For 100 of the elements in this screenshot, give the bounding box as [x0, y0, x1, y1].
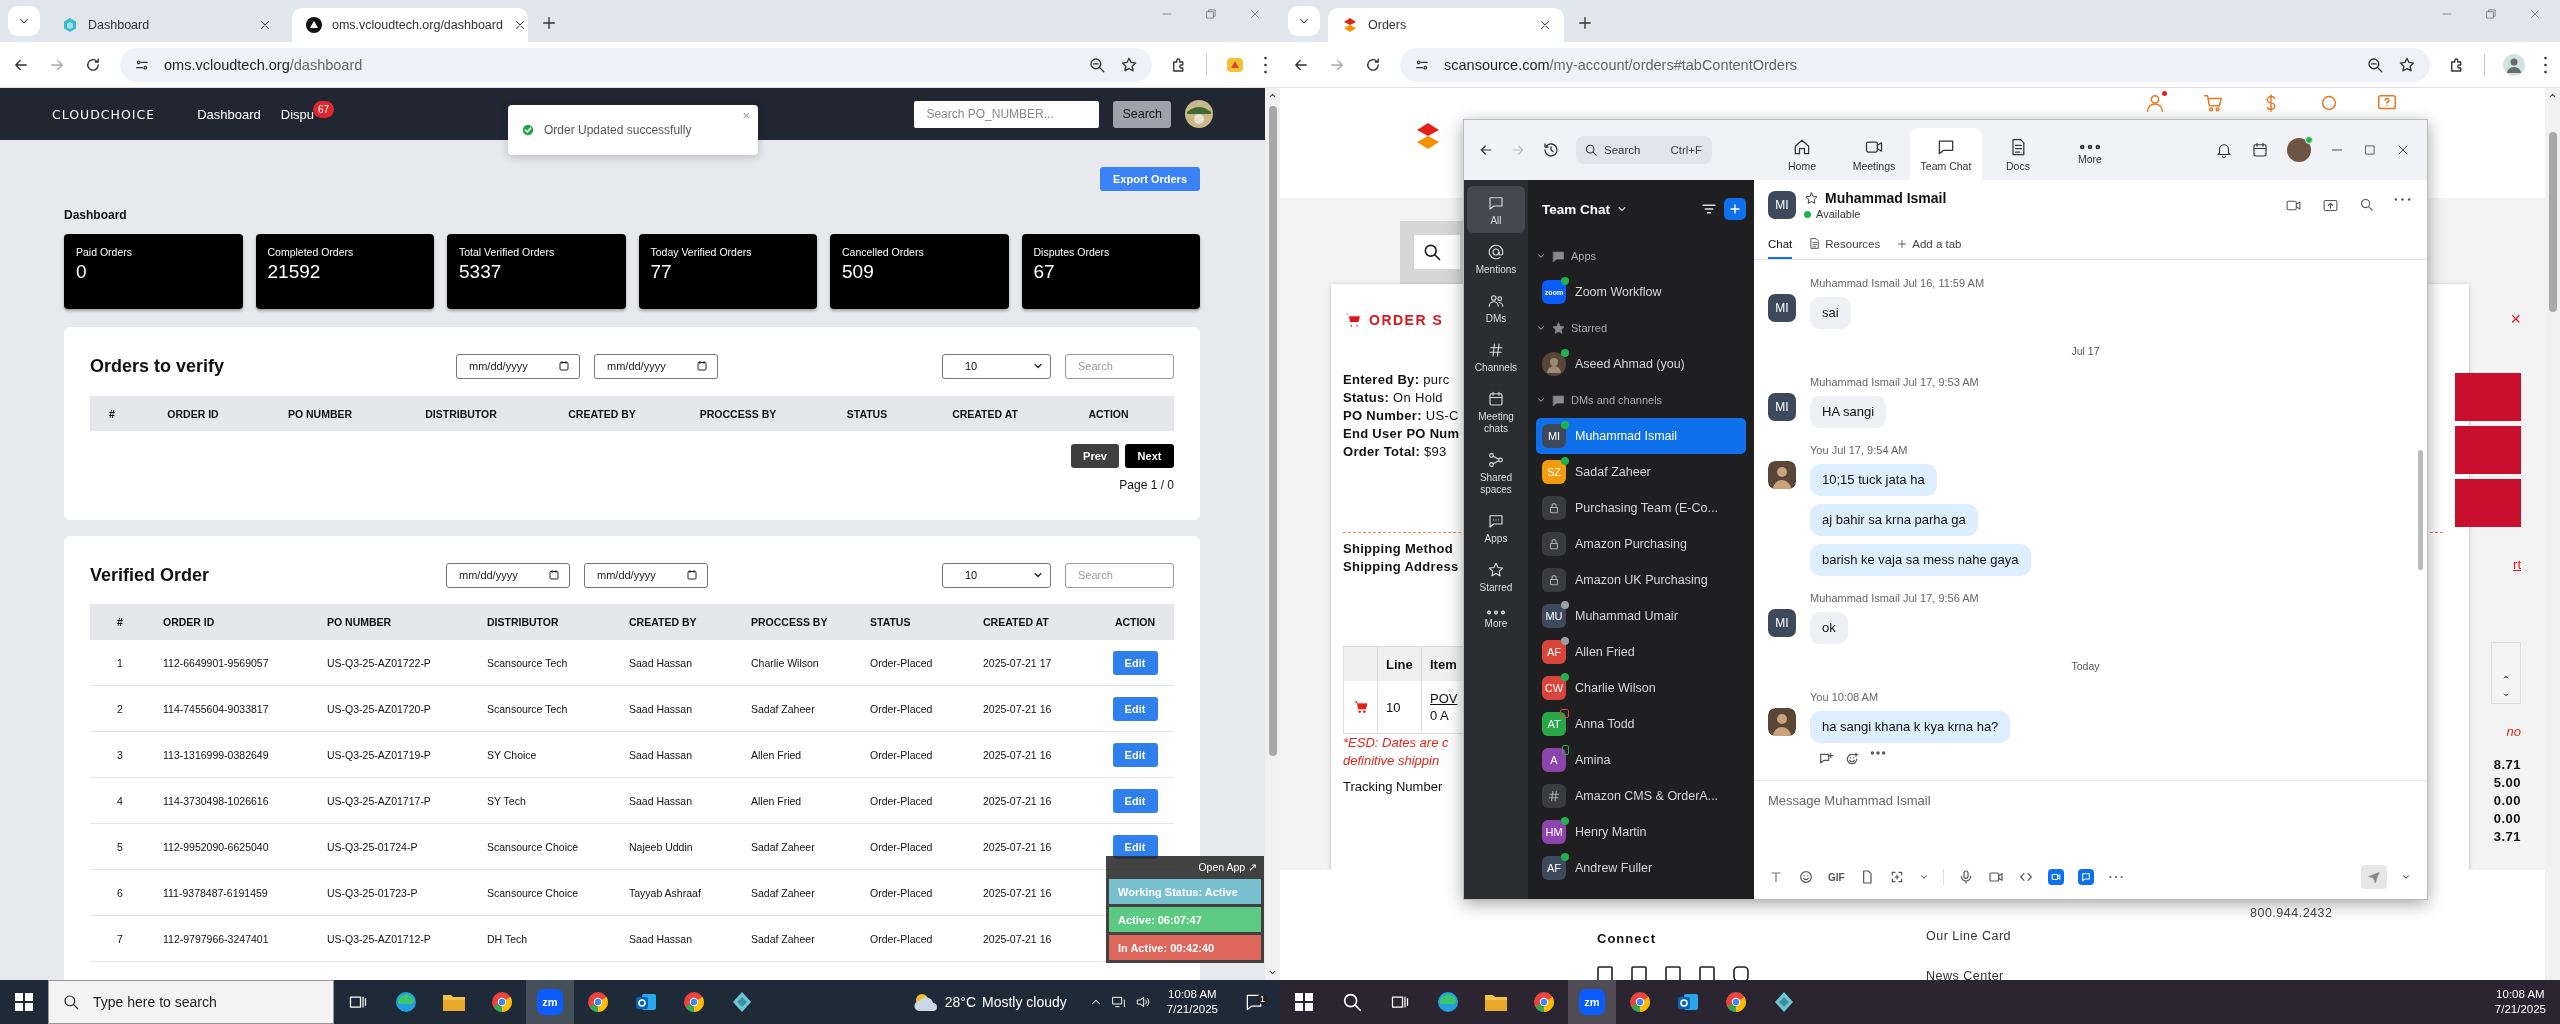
chat-list-item[interactable]: Aseed Ahmad (you) — [1536, 346, 1746, 382]
avatar-icon[interactable] — [2503, 53, 2525, 76]
edit-button[interactable]: Edit — [1112, 742, 1158, 767]
nav-link[interactable]: Dispu — [280, 106, 314, 122]
chat-list-item[interactable]: Amazon CMS & OrderA... — [1536, 778, 1746, 814]
chat-list-item[interactable]: SZ Sadaf Zaheer — [1536, 454, 1746, 490]
search-button[interactable]: Search — [1113, 100, 1171, 128]
browser-tab[interactable]: Orders — [1328, 8, 1564, 42]
star-icon[interactable] — [1120, 55, 1138, 74]
chat-list-item[interactable]: MU Muhammad Umair — [1536, 598, 1746, 634]
close-button[interactable]: × — [2510, 310, 2521, 328]
gif-button[interactable]: GIF — [1828, 871, 1845, 883]
search-field[interactable]: Search — [1065, 562, 1174, 588]
item-link[interactable]: POV — [1430, 691, 1458, 706]
next-button[interactable]: Next — [1125, 444, 1174, 468]
edit-button[interactable]: Edit — [1112, 834, 1158, 859]
maximize-icon[interactable] — [2363, 143, 2377, 157]
date-field[interactable]: mm/dd/yyyy — [594, 353, 718, 379]
add-reaction-icon[interactable] — [1844, 751, 1860, 767]
social-icon[interactable] — [1631, 966, 1647, 980]
export-button[interactable]: Export Orders — [1100, 167, 1200, 191]
more-icon[interactable] — [2107, 875, 2124, 879]
edit-button[interactable]: Edit — [1112, 650, 1158, 675]
history-icon[interactable] — [1542, 141, 1560, 159]
chat-tab[interactable]: Resources — [1808, 237, 1881, 259]
app-tab[interactable]: Docs — [1982, 128, 2054, 180]
date-field[interactable]: mm/dd/yyyy — [584, 562, 708, 588]
address-bar[interactable]: scansource.com/my-account/orders#tabContentOrders — [1400, 47, 2430, 82]
network-icon[interactable] — [1110, 994, 1127, 1010]
new-chat-button[interactable] — [1724, 198, 1746, 220]
nav-link[interactable]: Dashboard — [197, 106, 261, 122]
reply-icon[interactable] — [1818, 751, 1834, 767]
table-scrollbar[interactable] — [2491, 642, 2521, 704]
app-tab[interactable]: Team Chat — [1910, 128, 1982, 180]
browser-tab[interactable]: Dashboard — [48, 8, 284, 42]
zoom-out-icon[interactable] — [2366, 55, 2384, 74]
chat-list-item[interactable]: HM Henry Martin — [1536, 814, 1746, 850]
zoom-out-icon[interactable] — [1088, 55, 1106, 74]
restore-icon[interactable] — [2484, 7, 2498, 21]
calendar-icon[interactable] — [2251, 141, 2269, 159]
avatar[interactable] — [2287, 138, 2311, 162]
search-field[interactable]: Search PO_NUMBER... — [914, 100, 1100, 128]
reload-icon[interactable] — [1364, 55, 1382, 74]
scrollbar[interactable] — [1265, 88, 1280, 980]
social-icon[interactable] — [1665, 966, 1681, 980]
page-size-select[interactable]: 10 — [942, 353, 1051, 379]
clock[interactable]: 10:08 AM 7/21/2025 — [1158, 987, 1226, 1017]
edit-button[interactable]: Edit — [1112, 696, 1158, 721]
rail-item[interactable]: More — [1467, 602, 1525, 636]
social-icon[interactable] — [1699, 966, 1715, 980]
scrollbar[interactable] — [2545, 88, 2560, 980]
app-tab[interactable]: Home — [1766, 128, 1838, 180]
emoji-icon[interactable] — [1798, 869, 1814, 885]
rail-item[interactable]: Shared spaces — [1467, 443, 1525, 502]
caret-icon[interactable] — [2401, 872, 2411, 882]
browser-tab[interactable]: oms.vcloudtech.org/dashboard — [292, 8, 528, 42]
new-tab-icon[interactable] — [1576, 14, 1594, 32]
close-icon[interactable] — [258, 18, 272, 32]
new-tab-icon[interactable] — [540, 14, 558, 32]
close-icon[interactable] — [1538, 18, 1552, 32]
rail-item[interactable]: Mentions — [1467, 235, 1525, 282]
notification-button[interactable]: 1 — [1234, 992, 1274, 1012]
prev-button[interactable]: Prev — [1071, 444, 1119, 468]
chat-list-item[interactable]: Purchasing Team (E-Co... — [1536, 490, 1746, 526]
search-field[interactable]: Search — [1065, 353, 1174, 379]
rail-item[interactable]: All — [1467, 186, 1525, 233]
account-icon[interactable] — [2144, 92, 2166, 114]
report-link[interactable]: rt — [2513, 557, 2521, 572]
rail-item[interactable]: Meeting chats — [1467, 382, 1525, 441]
search-field[interactable]: Type here to search — [48, 980, 334, 1024]
bell-icon[interactable] — [2215, 141, 2233, 159]
scrollbar-thumb[interactable] — [2548, 132, 2557, 312]
menu-icon[interactable] — [1263, 55, 1268, 74]
rail-item[interactable]: Channels — [1467, 333, 1525, 380]
restore-icon[interactable] — [1204, 7, 1218, 21]
more-icon[interactable] — [2394, 196, 2411, 202]
app-button[interactable] — [2077, 869, 2094, 885]
social-icon[interactable] — [1733, 966, 1749, 980]
chat-list-item[interactable]: MI Muhammad Ismail — [1536, 418, 1746, 454]
date-field[interactable]: mm/dd/yyyy — [446, 562, 570, 588]
open-app-link[interactable]: Open App ↗ — [1109, 858, 1261, 876]
search-field[interactable] — [1414, 235, 1460, 269]
page-size-select[interactable]: 10 — [942, 562, 1051, 588]
star-icon[interactable] — [2398, 55, 2416, 74]
chat-list-item[interactable]: A Amina — [1536, 742, 1746, 778]
reload-icon[interactable] — [84, 55, 102, 74]
chat-tab[interactable]: Chat — [1768, 238, 1793, 259]
sidebar-title[interactable]: Team Chat — [1542, 201, 1610, 217]
chat-list-item[interactable]: Amazon Purchasing — [1536, 526, 1746, 562]
app-tab[interactable]: More — [2054, 128, 2126, 180]
search-icon[interactable] — [2359, 196, 2374, 212]
address-bar[interactable]: oms.vcloudtech.org/dashboard — [120, 47, 1152, 82]
scrollbar-thumb[interactable] — [1268, 106, 1277, 756]
more-icon[interactable] — [1870, 751, 1886, 755]
chat-list-item[interactable]: AF Andrew Fuller — [1536, 850, 1746, 886]
chat-list-item[interactable]: AT Anna Todd — [1536, 706, 1746, 742]
cart-icon[interactable] — [2202, 92, 2224, 114]
taskbar-button[interactable]: zm — [526, 980, 574, 1024]
weather-widget[interactable]: 28°C Mostly cloudy — [912, 992, 1067, 1012]
edit-button[interactable]: Edit — [1112, 788, 1158, 813]
